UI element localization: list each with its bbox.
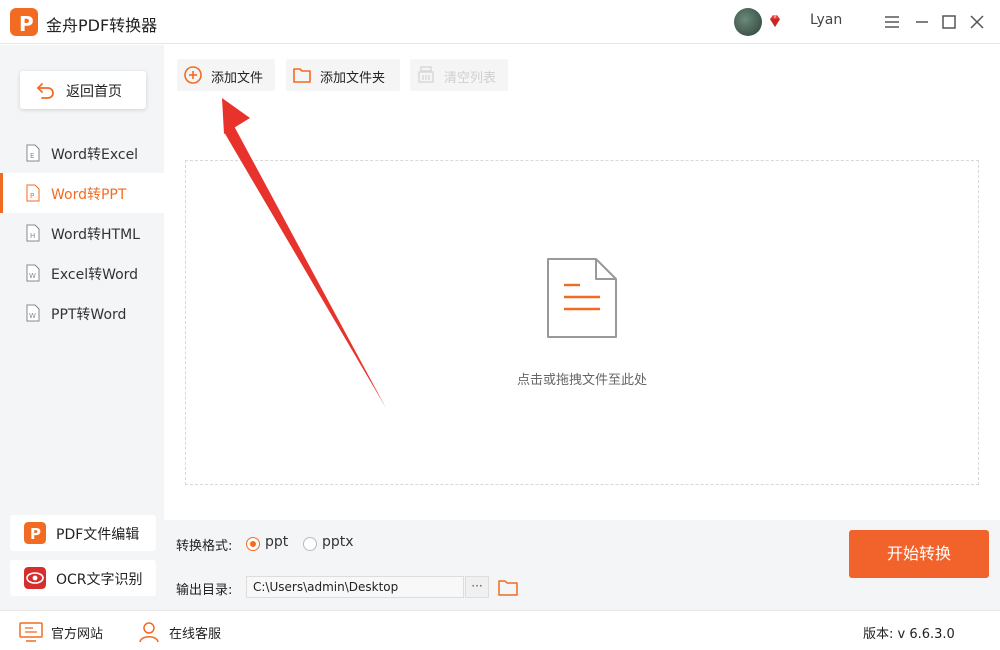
- format-option-ppt[interactable]: ppt: [265, 534, 288, 550]
- add-folder-label: 添加文件夹: [320, 71, 386, 86]
- pdf-edit-label: PDF文件编辑: [56, 527, 140, 543]
- open-folder-icon[interactable]: [498, 578, 518, 596]
- format-radio-pptx[interactable]: [303, 537, 317, 551]
- support-person-icon: [139, 622, 159, 643]
- monitor-icon: [19, 622, 43, 642]
- clear-list-label: 清空列表: [444, 71, 497, 86]
- close-icon[interactable]: [967, 12, 987, 32]
- clear-list-icon: [418, 66, 434, 83]
- add-file-button[interactable]: 添加文件: [177, 59, 275, 91]
- sidebar-item-label: Word转Excel: [51, 147, 139, 163]
- sidebar-item-label: Word转HTML: [51, 227, 140, 243]
- back-home-label: 返回首页: [66, 84, 122, 100]
- output-path-input[interactable]: C:\Users\admin\Desktop: [246, 576, 464, 598]
- document-placeholder-icon: [547, 258, 617, 338]
- format-option-pptx[interactable]: pptx: [322, 534, 354, 550]
- format-radio-ppt[interactable]: [246, 537, 260, 551]
- sidebar-item-label: PPT转Word: [51, 307, 127, 323]
- online-support-label: 在线客服: [169, 627, 222, 642]
- file-drop-zone[interactable]: 点击或拖拽文件至此处: [185, 160, 979, 485]
- pdf-edit-button[interactable]: P PDF文件编辑: [10, 515, 156, 551]
- svg-text:H: H: [30, 232, 35, 240]
- app-title: 金舟PDF转换器: [46, 16, 158, 35]
- online-support-link[interactable]: 在线客服: [137, 621, 237, 643]
- document-icon: H: [26, 224, 40, 242]
- document-icon: W: [26, 304, 40, 322]
- minimize-icon[interactable]: [912, 12, 932, 32]
- app-logo-letter: P: [19, 12, 34, 36]
- clear-list-button[interactable]: 清空列表: [410, 59, 508, 91]
- add-file-label: 添加文件: [211, 71, 264, 86]
- ocr-label: OCR文字识别: [56, 572, 143, 588]
- sidebar-item-excel-to-word[interactable]: W Excel转Word: [0, 253, 164, 293]
- document-icon: P: [26, 184, 40, 202]
- svg-text:P: P: [30, 525, 41, 543]
- return-arrow-icon: [37, 83, 54, 99]
- start-convert-button[interactable]: 开始转换: [849, 530, 989, 578]
- vip-gem-icon[interactable]: [768, 14, 782, 28]
- official-website-label: 官方网站: [51, 627, 104, 642]
- document-icon: W: [26, 264, 40, 282]
- sidebar-item-word-to-excel[interactable]: E Word转Excel: [0, 133, 164, 173]
- sidebar-item-label: Excel转Word: [51, 267, 139, 283]
- version-text: 版本: v 6.6.3.0: [863, 627, 955, 642]
- ocr-eye-icon: [24, 567, 46, 589]
- svg-text:W: W: [29, 272, 36, 280]
- avatar[interactable]: [734, 8, 762, 36]
- maximize-icon[interactable]: [939, 12, 959, 32]
- folder-icon: [293, 68, 311, 83]
- status-bar: 官方网站 在线客服 版本: v 6.6.3.0: [0, 610, 1000, 650]
- svg-text:P: P: [30, 192, 34, 200]
- browse-more-button[interactable]: ···: [465, 576, 489, 598]
- plus-circle-icon: [184, 66, 202, 84]
- username[interactable]: Lyan: [810, 12, 842, 28]
- ocr-button[interactable]: OCR文字识别: [10, 560, 156, 596]
- sidebar: 返回首页 E Word转Excel P Word转PPT H Word转HTML…: [0, 45, 164, 610]
- options-panel: 转换格式: ppt pptx 输出目录: C:\Users\admin\Desk…: [164, 520, 1000, 610]
- sidebar-item-word-to-html[interactable]: H Word转HTML: [0, 213, 164, 253]
- pdf-edit-icon: P: [24, 522, 46, 544]
- document-icon: E: [26, 144, 40, 162]
- add-folder-button[interactable]: 添加文件夹: [286, 59, 400, 91]
- svg-text:W: W: [29, 312, 36, 320]
- menu-icon[interactable]: [882, 12, 902, 32]
- title-bar: P 金舟PDF转换器 Lyan: [0, 0, 1000, 44]
- svg-text:E: E: [30, 152, 34, 160]
- sidebar-item-ppt-to-word[interactable]: W PPT转Word: [0, 293, 164, 333]
- output-dir-label: 输出目录:: [176, 583, 233, 598]
- drop-hint-text: 点击或拖拽文件至此处: [516, 373, 647, 388]
- format-label: 转换格式:: [176, 539, 233, 554]
- official-website-link[interactable]: 官方网站: [19, 621, 119, 643]
- back-home-button[interactable]: 返回首页: [20, 71, 146, 109]
- app-logo: P: [10, 8, 38, 36]
- sidebar-item-label: Word转PPT: [51, 187, 127, 203]
- sidebar-item-word-to-ppt[interactable]: P Word转PPT: [0, 173, 164, 213]
